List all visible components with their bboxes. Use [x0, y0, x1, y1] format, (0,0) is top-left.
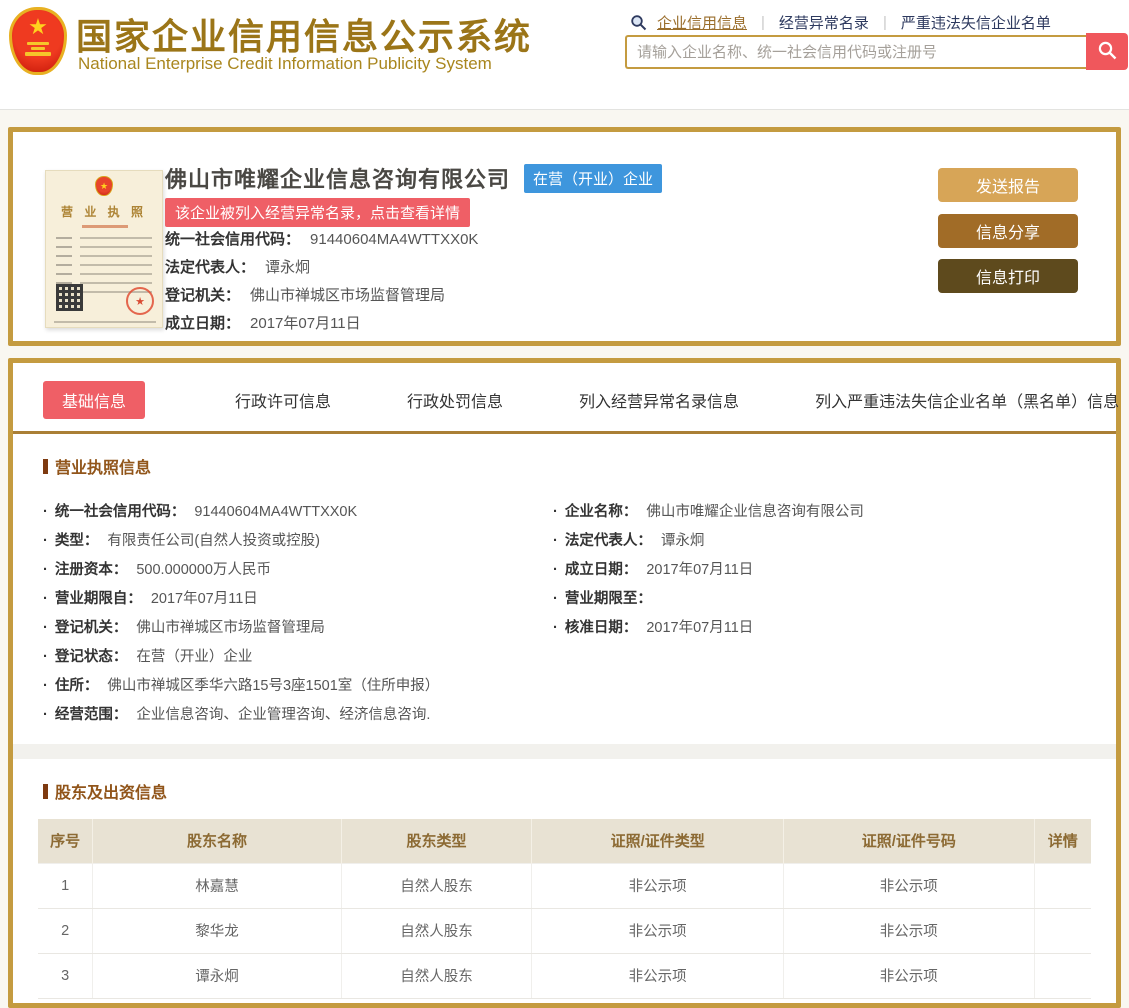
section-title-bar — [43, 459, 48, 474]
field-row: 核准日期：2017年07月11日 — [553, 614, 1093, 643]
field-row: 营业期限至： — [553, 585, 1093, 614]
field-row: 法定代表人：谭永炯 — [553, 527, 1093, 556]
qr-code — [56, 284, 83, 311]
field-row: 统一社会信用代码：91440604MA4WTTXX0K — [43, 498, 533, 527]
field-row: 统一社会信用代码：91440604MA4WTTXX0K — [165, 231, 479, 248]
company-summary-fields: 统一社会信用代码： 91440604MA4WTTXX0K 法定代表人： 谭永炯 登记… — [165, 226, 478, 338]
col-header-cert-number: 证照/证件号码 — [782, 819, 1035, 863]
search-input[interactable] — [625, 35, 1086, 69]
table-row: 1 林嘉慧 自然人股东 非公示项 非公示项 — [38, 862, 1091, 909]
field-row: 经营范围：企业信息咨询、企业管理咨询、经济信息咨询. — [43, 701, 533, 730]
shareholder-table: 序号 股东名称 股东类型 证照/证件类型 证照/证件号码 详情 1 林嘉慧 自然… — [38, 819, 1091, 999]
field-row: 类型：有限责任公司(自然人投资或控股) — [43, 527, 533, 556]
field-row: 法定代表人：谭永炯 — [165, 259, 311, 276]
section-divider — [13, 744, 1116, 759]
share-info-button[interactable]: 信息分享 — [938, 214, 1078, 248]
emblem-gate-icon — [27, 42, 49, 45]
field-row: 登记状态：在营（开业）企业 — [43, 643, 533, 672]
search-category-nav: 企业信用信息 | 经营异常名录 | 严重违法失信企业名单 — [630, 12, 1125, 33]
business-license-image: ★ 营 业 执 照 ★ — [45, 170, 163, 328]
col-header-cert-type: 证照/证件类型 — [531, 819, 784, 863]
license-title: 营 业 执 照 — [60, 205, 147, 219]
field-row: 营业期限自：2017年07月11日 — [43, 585, 533, 614]
search-button[interactable] — [1086, 33, 1128, 70]
section-title-bar — [43, 784, 48, 799]
field-row: 登记机关：佛山市禅城区市场监督管理局 — [43, 614, 533, 643]
site-subtitle: National Enterprise Credit Information P… — [78, 54, 492, 73]
tab-basic-info[interactable]: 基础信息 — [43, 381, 146, 419]
shareholder-section-title: 股东及出资信息 — [43, 779, 1116, 803]
table-row: 2 黎华龙 自然人股东 非公示项 非公示项 — [38, 908, 1091, 954]
red-seal-icon: ★ — [126, 287, 154, 315]
send-report-button[interactable]: 发送报告 — [938, 168, 1078, 202]
nav-link-enterprise-credit[interactable]: 企业信用信息 — [657, 12, 747, 33]
field-row: 企业名称：佛山市唯耀企业信息咨询有限公司 — [553, 498, 1093, 527]
field-row: 成立日期：2017年07月11日 — [553, 556, 1093, 585]
table-header-row: 序号 股东名称 股东类型 证照/证件类型 证照/证件号码 详情 — [38, 819, 1091, 863]
field-row: 登记机关：佛山市禅城区市场监督管理局 — [165, 287, 446, 304]
nav-link-abnormal-list[interactable]: 经营异常名录 — [779, 12, 869, 33]
tab-abnormal-list[interactable]: 列入经营异常名录信息 — [579, 388, 739, 412]
license-info-fields: 统一社会信用代码：91440604MA4WTTXX0K 类型：有限责任公司(自然… — [13, 498, 1116, 730]
search-bar — [625, 33, 1128, 70]
col-header-index: 序号 — [38, 819, 93, 863]
tab-blacklist[interactable]: 列入严重违法失信企业名单（黑名单）信息 — [815, 388, 1119, 412]
site-header: ★ 国家企业信用信息公示系统 National Enterprise Credi… — [0, 0, 1129, 110]
license-emblem-icon: ★ — [95, 176, 113, 196]
col-header-shareholder-name: 股东名称 — [92, 819, 342, 863]
abnormal-warning-banner[interactable]: 该企业被列入经营异常名录，点击查看详情 — [165, 198, 471, 227]
field-row: 成立日期：2017年07月11日 — [165, 315, 361, 332]
field-row: 住所：佛山市禅城区季华六路15号3座1501室（住所申报） — [43, 672, 533, 701]
nav-separator: | — [761, 14, 765, 31]
nav-link-illegal-list[interactable]: 严重违法失信企业名单 — [901, 12, 1051, 33]
search-icon — [1097, 40, 1118, 64]
emblem-star-icon: ★ — [28, 14, 48, 39]
company-summary-card: ★ 营 业 执 照 ★ 佛山市唯耀企业信息咨询有限公司 在营（开业）企业 该企业… — [8, 127, 1121, 346]
field-row: 注册资本：500.000000万人民币 — [43, 556, 533, 585]
tab-admin-license[interactable]: 行政许可信息 — [235, 388, 331, 412]
company-name: 佛山市唯耀企业信息咨询有限公司 — [165, 167, 511, 192]
print-info-button[interactable]: 信息打印 — [938, 259, 1078, 293]
company-detail-card: 基础信息 行政许可信息 行政处罚信息 列入经营异常名录信息 列入严重违法失信企业… — [8, 358, 1121, 1008]
col-header-shareholder-type: 股东类型 — [340, 819, 532, 863]
search-icon — [630, 14, 647, 31]
status-badge: 在营（开业）企业 — [524, 163, 663, 193]
table-row: 3 谭永炯 自然人股东 非公示项 非公示项 — [38, 953, 1091, 999]
tab-admin-penalty[interactable]: 行政处罚信息 — [407, 388, 503, 412]
license-info-section-title: 营业执照信息 — [43, 454, 1116, 478]
detail-tabbar: 基础信息 行政许可信息 行政处罚信息 列入经营异常名录信息 列入严重违法失信企业… — [13, 363, 1119, 434]
nav-separator: | — [882, 14, 887, 31]
national-emblem-logo: ★ — [9, 7, 67, 75]
site-title: 国家企业信用信息公示系统 — [76, 16, 533, 57]
col-header-detail: 详情 — [1033, 819, 1091, 863]
